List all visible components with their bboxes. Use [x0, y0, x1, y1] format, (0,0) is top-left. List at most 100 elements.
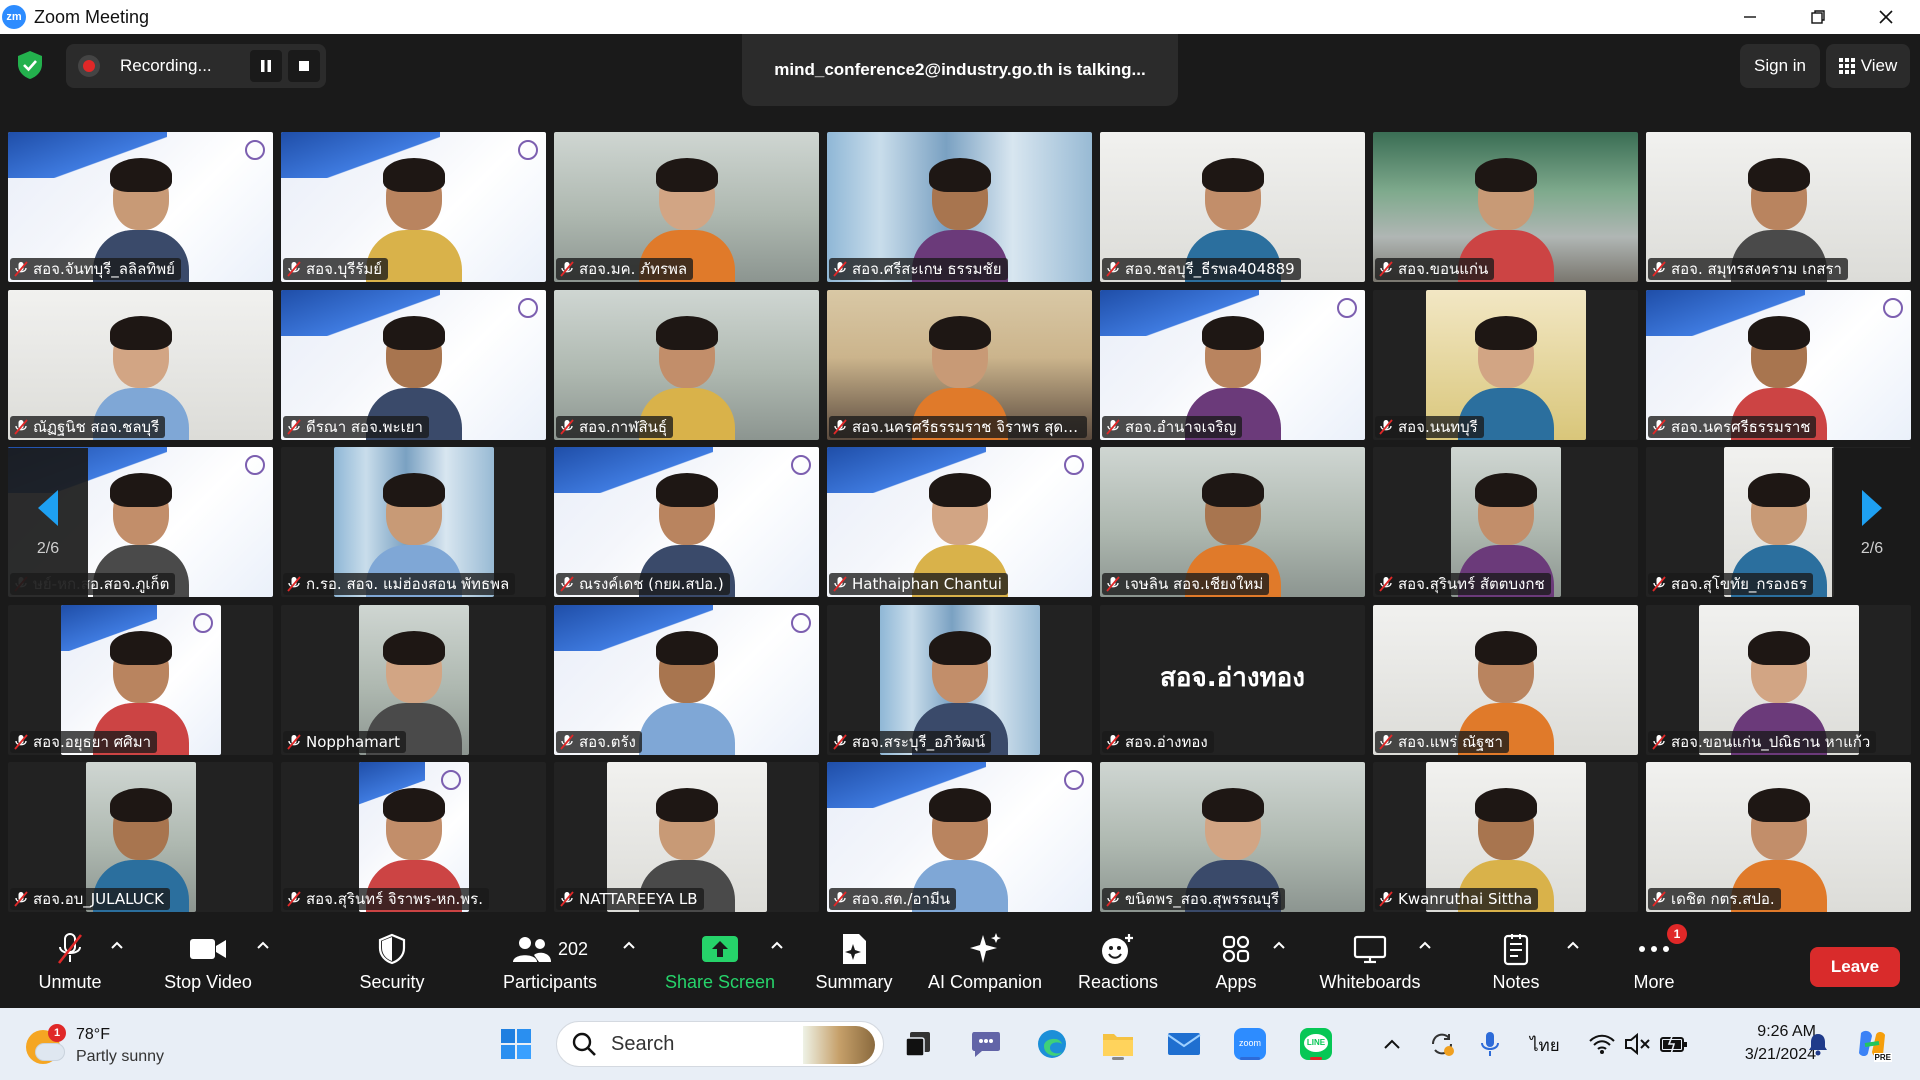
more-button[interactable]: 1 More [1626, 924, 1687, 1000]
participant-name: สอจ. สมุทรสงคราม เกสรา [1671, 260, 1842, 278]
apps-options-chevron-icon[interactable] [1272, 940, 1286, 950]
leave-button[interactable]: Leave [1810, 947, 1900, 987]
battery-button[interactable] [1654, 1024, 1694, 1064]
sign-in-button[interactable]: Sign in [1740, 44, 1820, 88]
weather-badge: 1 [48, 1024, 66, 1042]
whiteboards-button[interactable]: Whiteboards [1314, 930, 1426, 1000]
participant-video-tile[interactable]: Nopphamart [281, 604, 546, 755]
participant-video-tile[interactable]: สอจ.สุรินทร์ สัตตบงกช [1373, 447, 1638, 597]
pause-recording-button[interactable] [250, 50, 282, 82]
participant-nameplate: NATTAREEYA LB [556, 888, 704, 910]
mail-app-button[interactable] [1164, 1024, 1204, 1064]
participant-video-tile[interactable]: Kwanruthai Sittha [1373, 762, 1638, 912]
sync-status-button[interactable] [1422, 1024, 1462, 1064]
summary-label: Summary [815, 972, 893, 992]
participant-video-tile[interactable]: Hathaiphan Chantui [827, 447, 1092, 597]
next-page-button[interactable]: 2/6 [1832, 448, 1912, 598]
participant-video-tile[interactable]: สอจ.สระบุรี_อภิวัฒน์ [827, 604, 1092, 755]
participant-video-tile[interactable]: สอจ.อ่างทอง สอจ.อ่างทอง [1100, 604, 1365, 755]
close-button[interactable] [1852, 0, 1920, 34]
microphone-tray-button[interactable] [1470, 1024, 1510, 1064]
encryption-shield-icon[interactable] [16, 50, 44, 80]
participant-video-tile[interactable]: สอจ.ตรัง [554, 604, 819, 755]
restore-button[interactable] [1784, 0, 1852, 34]
participant-video-tile[interactable]: สอจ. สมุทรสงคราม เกสรา [1646, 132, 1911, 282]
participant-video-tile[interactable]: สอจ.แพร่ ณัฐชา [1373, 604, 1638, 755]
muted-mic-icon [14, 733, 28, 750]
zoom-taskbar-button[interactable]: zoom [1230, 1024, 1270, 1064]
taskbar-search-box[interactable]: Search [556, 1021, 884, 1067]
participant-video-tile[interactable]: สอจ.ศรีสะเกษ ธรรมชัย [827, 132, 1092, 282]
audio-options-chevron-icon[interactable] [110, 940, 124, 950]
stop-recording-button[interactable] [288, 50, 320, 82]
participant-video-tile[interactable]: สอจ.อบ_JULALUCK [8, 762, 273, 912]
participant-name: สอจ.นครศรีธรรมราช จิราพร สุดประเสริฐ [852, 417, 1081, 436]
participant-video-tile[interactable]: สอจ.จันทบุรี_ลลิลทิพย์ [8, 132, 273, 282]
participant-nameplate: สอจ.นครศรีธรรมราช [1648, 415, 1817, 438]
participant-video-tile[interactable]: สอจ.ขอนแก่น_ปณิธาน หาแก้ว [1646, 604, 1911, 755]
participant-video-tile[interactable]: ก.รอ. สอจ. แม่ฮ่องสอน พัทธพล [281, 447, 546, 597]
chat-app-button[interactable] [966, 1024, 1006, 1064]
show-hidden-icons-button[interactable] [1372, 1024, 1412, 1064]
share-options-chevron-icon[interactable] [770, 940, 784, 950]
file-explorer-button[interactable] [1098, 1024, 1138, 1064]
participants-options-chevron-icon[interactable] [622, 940, 636, 950]
edge-browser-icon [1038, 1030, 1066, 1058]
view-button[interactable]: View [1826, 44, 1910, 88]
participant-name: สอจ.ศรีสะเกษ ธรรมชัย [852, 260, 1002, 278]
summary-button[interactable]: Summary [812, 930, 896, 1000]
start-button[interactable] [496, 1024, 536, 1064]
participant-video-tile[interactable]: ขนิตพร_สอจ.สุพรรณบุรี [1100, 762, 1365, 912]
participant-video-tile[interactable]: สอจ.บุรีรัมย์ [281, 132, 546, 282]
participant-video-tile[interactable]: ดีรณา สอจ.พะเยา [281, 289, 546, 440]
participant-video-tile[interactable]: สอจ.อำนาจเจริญ [1100, 289, 1365, 440]
reactions-button[interactable]: Reactions [1070, 930, 1166, 1000]
participant-video-tile[interactable]: สอจ.นครศรีธรรมราช [1646, 289, 1911, 440]
notes-button[interactable]: Notes [1488, 930, 1544, 1000]
recording-indicator: Recording... [66, 44, 326, 88]
copilot-button[interactable]: PRE [1852, 1024, 1892, 1064]
participant-video-tile[interactable]: สอจ.นครศรีธรรมราช จิราพร สุดประเสริฐ [827, 289, 1092, 440]
input-language-indicator[interactable]: ไทย [1530, 1032, 1560, 1059]
participant-video-tile[interactable]: เจษลิน สอจ.เชียงใหม่ [1100, 447, 1365, 597]
security-button[interactable]: Security [352, 930, 432, 1000]
video-options-chevron-icon[interactable] [256, 940, 270, 950]
participant-name: Kwanruthai Sittha [1398, 890, 1533, 908]
whiteboards-options-chevron-icon[interactable] [1418, 940, 1432, 950]
participant-video-tile[interactable]: ณรงค์เดช (กยผ.สปอ.) [554, 447, 819, 597]
participant-video-tile[interactable]: สอจ.สต./อามีน [827, 762, 1092, 912]
notifications-button[interactable] [1798, 1024, 1838, 1064]
muted-mic-icon [833, 576, 847, 592]
participant-video-tile[interactable]: สอจ.ชลบุรี_ธีรพล404889 [1100, 132, 1365, 282]
apps-button[interactable]: Apps [1208, 930, 1264, 1000]
stop-video-button[interactable]: Stop Video [160, 930, 256, 1000]
participant-video-tile[interactable]: สอจ.กาฬสินธุ์ [554, 289, 819, 440]
participant-nameplate: สอจ.แพร่ ณัฐชา [1375, 730, 1509, 753]
participant-video-tile[interactable]: ณัฏฐนิช สอจ.ชลบุรี [8, 289, 273, 440]
volume-button[interactable] [1618, 1024, 1658, 1064]
participant-name: สอจ.ขอนแก่น_ปณิธาน หาแก้ว [1671, 732, 1871, 751]
notes-options-chevron-icon[interactable] [1566, 940, 1580, 950]
participant-video-tile[interactable]: สอจ.สุรินทร์ จิราพร-หก.พร. [281, 762, 546, 912]
participant-video-tile[interactable]: สอจ.อยุธยา ศศิมา [8, 604, 273, 755]
network-button[interactable] [1582, 1024, 1622, 1064]
task-view-button[interactable] [898, 1024, 938, 1064]
edge-browser-button[interactable] [1032, 1024, 1072, 1064]
line-app-button[interactable]: LINE [1296, 1024, 1336, 1064]
unmute-button[interactable]: Unmute [30, 930, 110, 1000]
participant-name: ขนิตพร_สอจ.สุพรรณบุรี [1125, 890, 1280, 908]
minimize-button[interactable] [1716, 0, 1784, 34]
previous-page-button[interactable]: 2/6 [8, 448, 88, 598]
participant-video-tile[interactable]: สอจ.มค. ภัทรพล [554, 132, 819, 282]
participant-video-tile[interactable]: สอจ.นนทบุรี [1373, 289, 1638, 440]
share-screen-button[interactable]: Share Screen [664, 930, 776, 1000]
participants-count: 202 [557, 938, 589, 959]
minimize-icon [1744, 16, 1756, 18]
participants-button[interactable]: 202 Participants [500, 930, 600, 1000]
reactions-emoji-icon [1100, 930, 1136, 968]
participant-video-tile[interactable]: สอจ.ขอนแก่น [1373, 132, 1638, 282]
ai-companion-button[interactable]: AI Companion [924, 930, 1046, 1000]
participant-video-tile[interactable]: เดชิต กตร.สปอ. [1646, 762, 1911, 912]
participant-video-tile[interactable]: NATTAREEYA LB [554, 762, 819, 912]
weather-widget[interactable]: 1 78°F Partly sunny [26, 1022, 186, 1068]
